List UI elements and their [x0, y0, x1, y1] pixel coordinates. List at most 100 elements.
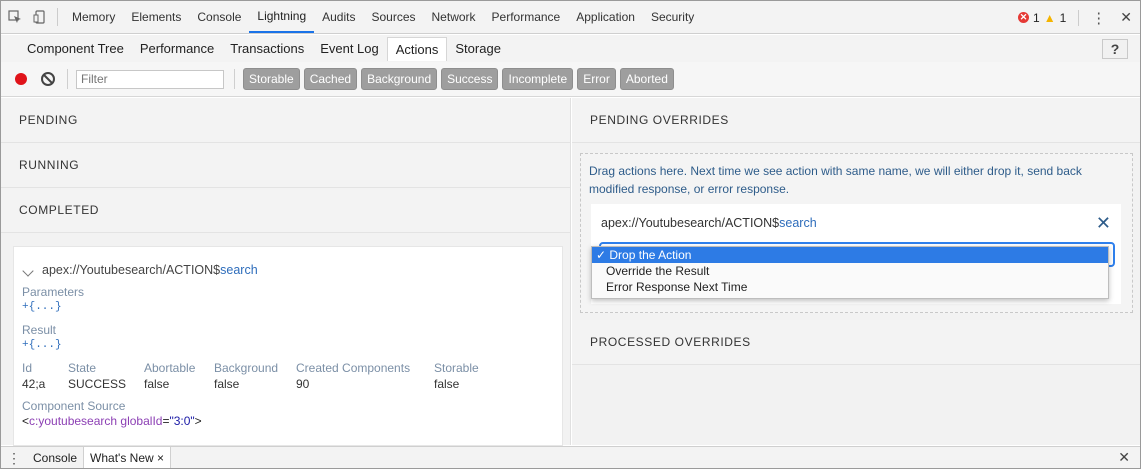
- clear-icon[interactable]: [41, 72, 55, 86]
- actions-list-pane: PENDING RUNNING COMPLETED apex://Youtube…: [1, 98, 571, 446]
- close-drawer-icon[interactable]: ✕: [1118, 449, 1130, 466]
- source-tag: c:youtubesearch: [29, 414, 118, 428]
- drawer-tab-console[interactable]: Console: [27, 447, 83, 468]
- processed-overrides-section: PROCESSED OVERRIDES: [572, 320, 1140, 365]
- completed-section-header: COMPLETED: [1, 188, 570, 233]
- tab-audits[interactable]: Audits: [314, 1, 363, 34]
- action-path: apex://Youtubesearch/ACTION$: [42, 263, 221, 277]
- component-source[interactable]: <c:youtubesearch globalId="3:0">: [22, 414, 552, 428]
- tab-event-log[interactable]: Event Log: [312, 37, 387, 60]
- detail-created-components: Created Components 90: [296, 361, 424, 391]
- record-icon[interactable]: [15, 73, 27, 85]
- option-error-response[interactable]: Error Response Next Time: [592, 279, 1108, 295]
- filter-storable-button[interactable]: Storable: [243, 68, 300, 90]
- tab-elements[interactable]: Elements: [123, 1, 189, 34]
- devtools-window: Memory Elements Console Lightning Audits…: [0, 0, 1141, 469]
- detail-abortable: Abortable false: [144, 361, 204, 391]
- filter-cached-button[interactable]: Cached: [303, 68, 358, 90]
- help-button[interactable]: ?: [1102, 39, 1128, 59]
- override-action-method: search: [779, 216, 817, 230]
- detail-label: Id: [22, 361, 33, 375]
- drop-zone-hint: Drag actions here. Next time we see acti…: [589, 164, 1082, 196]
- override-action-path: apex://Youtubesearch/ACTION$: [601, 216, 780, 230]
- separator: [234, 69, 235, 89]
- drawer-menu-icon[interactable]: ⋮: [1, 450, 27, 467]
- filter-background-button[interactable]: Background: [361, 68, 438, 90]
- action-name[interactable]: apex://Youtubesearch/ACTION$search: [22, 263, 552, 277]
- tab-transactions[interactable]: Transactions: [222, 37, 312, 60]
- filter-incomplete-button[interactable]: Incomplete: [502, 68, 574, 90]
- action-details: Id 42;a State SUCCESS Abortable false Ba…: [22, 361, 552, 391]
- detail-value: false: [434, 377, 460, 391]
- tab-storage[interactable]: Storage: [447, 37, 509, 60]
- tab-lightning[interactable]: Lightning: [249, 1, 315, 33]
- override-action-name: apex://Youtubesearch/ACTION$search: [601, 216, 1111, 230]
- device-toolbar-icon[interactable]: [29, 1, 51, 34]
- option-override-result[interactable]: Override the Result: [592, 263, 1108, 279]
- component-source-label: Component Source: [22, 399, 126, 413]
- error-count[interactable]: 1: [1033, 11, 1040, 25]
- tab-performance[interactable]: Performance: [484, 1, 569, 34]
- tab-memory[interactable]: Memory: [64, 1, 123, 34]
- filter-success-button[interactable]: Success: [441, 68, 499, 90]
- detail-value: false: [144, 377, 170, 391]
- tab-security[interactable]: Security: [643, 1, 702, 34]
- detail-background: Background false: [214, 361, 286, 391]
- pending-overrides-header: PENDING OVERRIDES: [572, 98, 1140, 143]
- detail-state: State SUCCESS: [68, 361, 134, 391]
- chevron-down-icon[interactable]: [22, 265, 34, 277]
- result-label: Result: [22, 323, 57, 337]
- detail-value: 90: [296, 377, 310, 391]
- close-devtools-icon[interactable]: ✕: [1120, 9, 1132, 26]
- separator: [1078, 9, 1080, 26]
- pending-section-header: PENDING: [1, 98, 570, 143]
- detail-label: Storable: [434, 361, 479, 375]
- detail-label: Background: [214, 361, 279, 375]
- detail-value: SUCCESS: [68, 377, 127, 391]
- error-icon: ✕: [1018, 12, 1029, 23]
- source-close-bracket: >: [194, 414, 202, 428]
- warning-icon: ▲: [1043, 10, 1056, 25]
- lightning-tab-bar: Component Tree Performance Transactions …: [1, 35, 1140, 62]
- filter-input[interactable]: [76, 69, 224, 89]
- more-options-icon[interactable]: ⋮: [1091, 9, 1106, 27]
- tab-sources[interactable]: Sources: [363, 1, 423, 34]
- detail-id: Id 42;a: [22, 361, 58, 391]
- detail-label: Created Components: [296, 361, 411, 375]
- drawer-tab-whats-new[interactable]: What's New ×: [83, 447, 172, 468]
- tab-console[interactable]: Console: [189, 1, 249, 34]
- devtools-tab-bar: Memory Elements Console Lightning Audits…: [1, 1, 1140, 34]
- close-tab-icon[interactable]: ×: [157, 451, 164, 465]
- tab-application[interactable]: Application: [568, 1, 643, 34]
- parameters-value[interactable]: +{...}: [22, 301, 552, 313]
- source-open-bracket: <: [22, 414, 30, 428]
- option-drop-action[interactable]: ✓ Drop the Action: [592, 247, 1108, 263]
- inspect-element-icon[interactable]: [1, 1, 29, 34]
- filter-aborted-button[interactable]: Aborted: [619, 68, 674, 90]
- parameters-label: Parameters: [22, 285, 85, 299]
- override-type-dropdown: ✓ Drop the Action Override the Result Er…: [591, 246, 1109, 299]
- detail-storable: Storable false: [434, 361, 494, 391]
- warning-count[interactable]: 1: [1060, 11, 1067, 25]
- completed-action-card[interactable]: apex://Youtubesearch/ACTION$search Param…: [13, 246, 563, 446]
- separator: [57, 8, 58, 26]
- bottom-drawer: ⋮ Console What's New × ✕: [1, 446, 1140, 468]
- action-method: search: [220, 263, 258, 277]
- tab-lightning-performance[interactable]: Performance: [132, 37, 222, 60]
- detail-label: State: [68, 361, 97, 375]
- detail-value: 42;a: [22, 377, 46, 391]
- source-attr-value: "3:0": [169, 414, 195, 428]
- source-attr-name: globalId: [117, 414, 163, 428]
- separator: [67, 69, 68, 89]
- actions-toolbar: Storable Cached Background Success Incom…: [1, 62, 1140, 97]
- processed-overrides-header: PROCESSED OVERRIDES: [572, 320, 1140, 365]
- remove-override-icon[interactable]: ✕: [1096, 213, 1111, 234]
- tab-component-tree[interactable]: Component Tree: [19, 37, 132, 60]
- detail-value: false: [214, 377, 240, 391]
- tab-network[interactable]: Network: [424, 1, 484, 34]
- filter-error-button[interactable]: Error: [577, 68, 616, 90]
- running-section-header: RUNNING: [1, 143, 570, 188]
- tab-actions[interactable]: Actions: [386, 36, 448, 61]
- drawer-tab-label: What's New: [90, 451, 154, 465]
- result-value[interactable]: +{...}: [22, 339, 552, 351]
